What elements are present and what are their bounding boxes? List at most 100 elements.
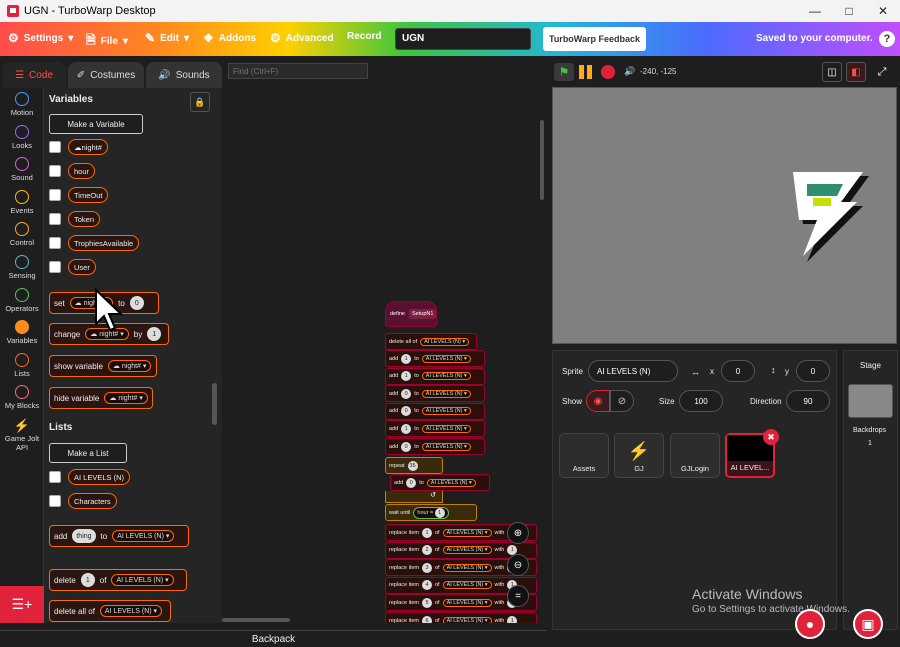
- stage-thumbnail[interactable]: [848, 384, 893, 418]
- add-script-block[interactable]: add 1 to AI LEVELS (N) ▾: [385, 350, 485, 367]
- variable-reporter[interactable]: TrophiesAvailable: [68, 235, 140, 251]
- with-input[interactable]: 1: [507, 615, 518, 623]
- sprite-name-input[interactable]: AI LEVELS (N): [588, 360, 678, 382]
- stop-button[interactable]: [601, 65, 615, 79]
- pause-button[interactable]: [579, 65, 593, 79]
- list-dropdown[interactable]: AI LEVELS (N) ▾: [426, 478, 476, 487]
- value-input[interactable]: 0: [401, 388, 412, 399]
- index-input[interactable]: 5: [421, 597, 432, 608]
- variable-reporter[interactable]: User: [68, 259, 96, 275]
- edit-menu[interactable]: ✎ Edit ▾: [145, 31, 189, 45]
- variable-dropdown[interactable]: ☁ night# ▾: [107, 360, 152, 372]
- addons-menu[interactable]: ❖ Addons: [203, 31, 256, 45]
- size-input[interactable]: 100: [679, 390, 723, 412]
- wait-until-block[interactable]: wait until hour = 1: [385, 504, 477, 521]
- inner-add-block[interactable]: add 0 to AI LEVELS (N) ▾: [390, 474, 490, 491]
- hide-sprite-button[interactable]: ⊘: [610, 390, 634, 412]
- minimize-button[interactable]: —: [798, 0, 832, 22]
- hide-variable-block[interactable]: hide variable ☁ night# ▾: [49, 387, 153, 409]
- category-looks[interactable]: Looks: [0, 124, 44, 150]
- backpack-bar[interactable]: Backpack: [0, 630, 547, 647]
- settings-menu[interactable]: ⚙ Settings ▾: [8, 31, 73, 45]
- list-dropdown[interactable]: AI LEVELS (N) ▾: [442, 616, 492, 623]
- category-variables[interactable]: Variables: [0, 320, 44, 345]
- add-to-list-block[interactable]: add thing to AI LEVELS (N) ▾: [49, 525, 189, 547]
- volume-icon[interactable]: 🔊: [624, 66, 635, 77]
- variable-checkbox[interactable]: [49, 189, 61, 201]
- category-operators[interactable]: Operators: [0, 287, 44, 313]
- eq-value[interactable]: 1: [434, 507, 445, 518]
- workspace-scrollbar-horizontal[interactable]: [222, 618, 290, 622]
- show-variable-block[interactable]: show variable ☁ night# ▾: [49, 355, 157, 377]
- category-control[interactable]: Control: [0, 222, 44, 247]
- list-dropdown[interactable]: AI LEVELS (N) ▾: [421, 442, 471, 451]
- category-my-blocks[interactable]: My Blocks: [0, 385, 44, 410]
- delete-sprite-button[interactable]: ✖: [763, 429, 779, 445]
- tab-costumes[interactable]: ✐ Costumes: [68, 62, 144, 88]
- delete-all-block[interactable]: delete all of AI LEVELS (N) ▾: [49, 600, 171, 622]
- variable-checkbox[interactable]: [49, 213, 61, 225]
- define-hat-block[interactable]: define SetupN1: [385, 301, 437, 327]
- list-dropdown[interactable]: AI LEVELS (N) ▾: [421, 407, 471, 416]
- index-input[interactable]: 4: [421, 580, 432, 591]
- zoom-in-button[interactable]: ⊕: [507, 522, 529, 544]
- value-input[interactable]: 1: [147, 327, 162, 341]
- palette-scrollbar[interactable]: [212, 383, 217, 425]
- advanced-menu[interactable]: ⚙ Advanced: [270, 31, 334, 45]
- list-dropdown[interactable]: AI LEVELS (N) ▾: [442, 581, 492, 590]
- list-dropdown[interactable]: AI LEVELS (N) ▾: [421, 372, 471, 381]
- stage-target-panel[interactable]: Stage Backdrops 1: [843, 350, 898, 630]
- variable-checkbox[interactable]: [49, 141, 61, 153]
- value-input[interactable]: 1: [80, 573, 95, 587]
- make-variable-button[interactable]: Make a Variable: [49, 114, 143, 134]
- make-list-button[interactable]: Make a List: [49, 443, 127, 463]
- list-dropdown[interactable]: AI LEVELS (N) ▾: [442, 528, 492, 537]
- value-input[interactable]: 1: [401, 353, 412, 364]
- direction-input[interactable]: 90: [786, 390, 830, 412]
- repeat-count[interactable]: 35: [407, 460, 418, 471]
- find-input[interactable]: [228, 63, 368, 79]
- add-script-block[interactable]: add 0 to AI LEVELS (N) ▾: [385, 385, 485, 403]
- small-stage-button[interactable]: ◫: [822, 62, 842, 82]
- x-input[interactable]: 0: [721, 360, 755, 382]
- value-input[interactable]: 0: [401, 441, 412, 452]
- feedback-button[interactable]: TurboWarp Feedback: [543, 27, 646, 51]
- show-sprite-button[interactable]: ◉: [586, 390, 610, 412]
- delete-of-list-block[interactable]: delete 1 of AI LEVELS (N) ▾: [49, 569, 187, 591]
- item-input[interactable]: thing: [72, 529, 96, 543]
- code-workspace[interactable]: define SetupN1 delete all of AI LEVELS (N)…: [222, 88, 547, 623]
- value-input[interactable]: 0: [406, 477, 417, 488]
- sprite-tile[interactable]: Assets: [559, 433, 609, 478]
- sprite-tile[interactable]: ✖ AI LEVEL...: [725, 429, 779, 478]
- variable-reporter[interactable]: Token: [68, 211, 101, 227]
- lock-icon[interactable]: 🔒: [190, 92, 210, 112]
- list-reporter[interactable]: AI LEVELS (N): [68, 469, 131, 485]
- value-input[interactable]: 1: [401, 423, 412, 434]
- add-script-block[interactable]: add 0 to AI LEVELS (N) ▾: [385, 438, 485, 455]
- list-checkbox[interactable]: [49, 471, 61, 483]
- list-dropdown[interactable]: AI LEVELS (N) ▾: [421, 354, 471, 363]
- file-menu[interactable]: 🗎 File ▾: [86, 31, 128, 52]
- zoom-reset-button[interactable]: =: [507, 585, 529, 607]
- category-sound[interactable]: Sound: [0, 157, 44, 182]
- list-reporter[interactable]: Characters: [68, 493, 117, 509]
- list-dropdown[interactable]: AI LEVELS (N) ▾: [421, 424, 471, 433]
- stage-canvas[interactable]: [552, 87, 897, 344]
- category-game-jolt-api[interactable]: ⚡ Game Jolt API: [0, 418, 44, 452]
- list-checkbox[interactable]: [49, 495, 61, 507]
- variable-reporter[interactable]: TimeOut: [68, 187, 109, 203]
- variable-reporter[interactable]: ☁ night#: [68, 139, 108, 155]
- list-dropdown[interactable]: AI LEVELS (N) ▾: [421, 389, 471, 398]
- add-script-block[interactable]: add 1 to AI LEVELS (N) ▾: [385, 367, 485, 385]
- sprite-tile[interactable]: GJLogin: [670, 433, 720, 478]
- list-dropdown[interactable]: AI LEVELS (N) ▾: [112, 530, 175, 542]
- category-events[interactable]: Events: [0, 189, 44, 215]
- variable-reporter[interactable]: hour: [68, 163, 96, 179]
- repeat-block[interactable]: repeat 35: [385, 457, 443, 474]
- index-input[interactable]: 3: [421, 562, 432, 573]
- variable-checkbox[interactable]: [49, 237, 61, 249]
- normal-stage-button[interactable]: ◧: [846, 62, 866, 82]
- category-motion[interactable]: Motion: [0, 92, 44, 117]
- tab-sounds[interactable]: 🔊 Sounds: [146, 62, 222, 88]
- list-dropdown[interactable]: AI LEVELS (N) ▾: [442, 546, 492, 555]
